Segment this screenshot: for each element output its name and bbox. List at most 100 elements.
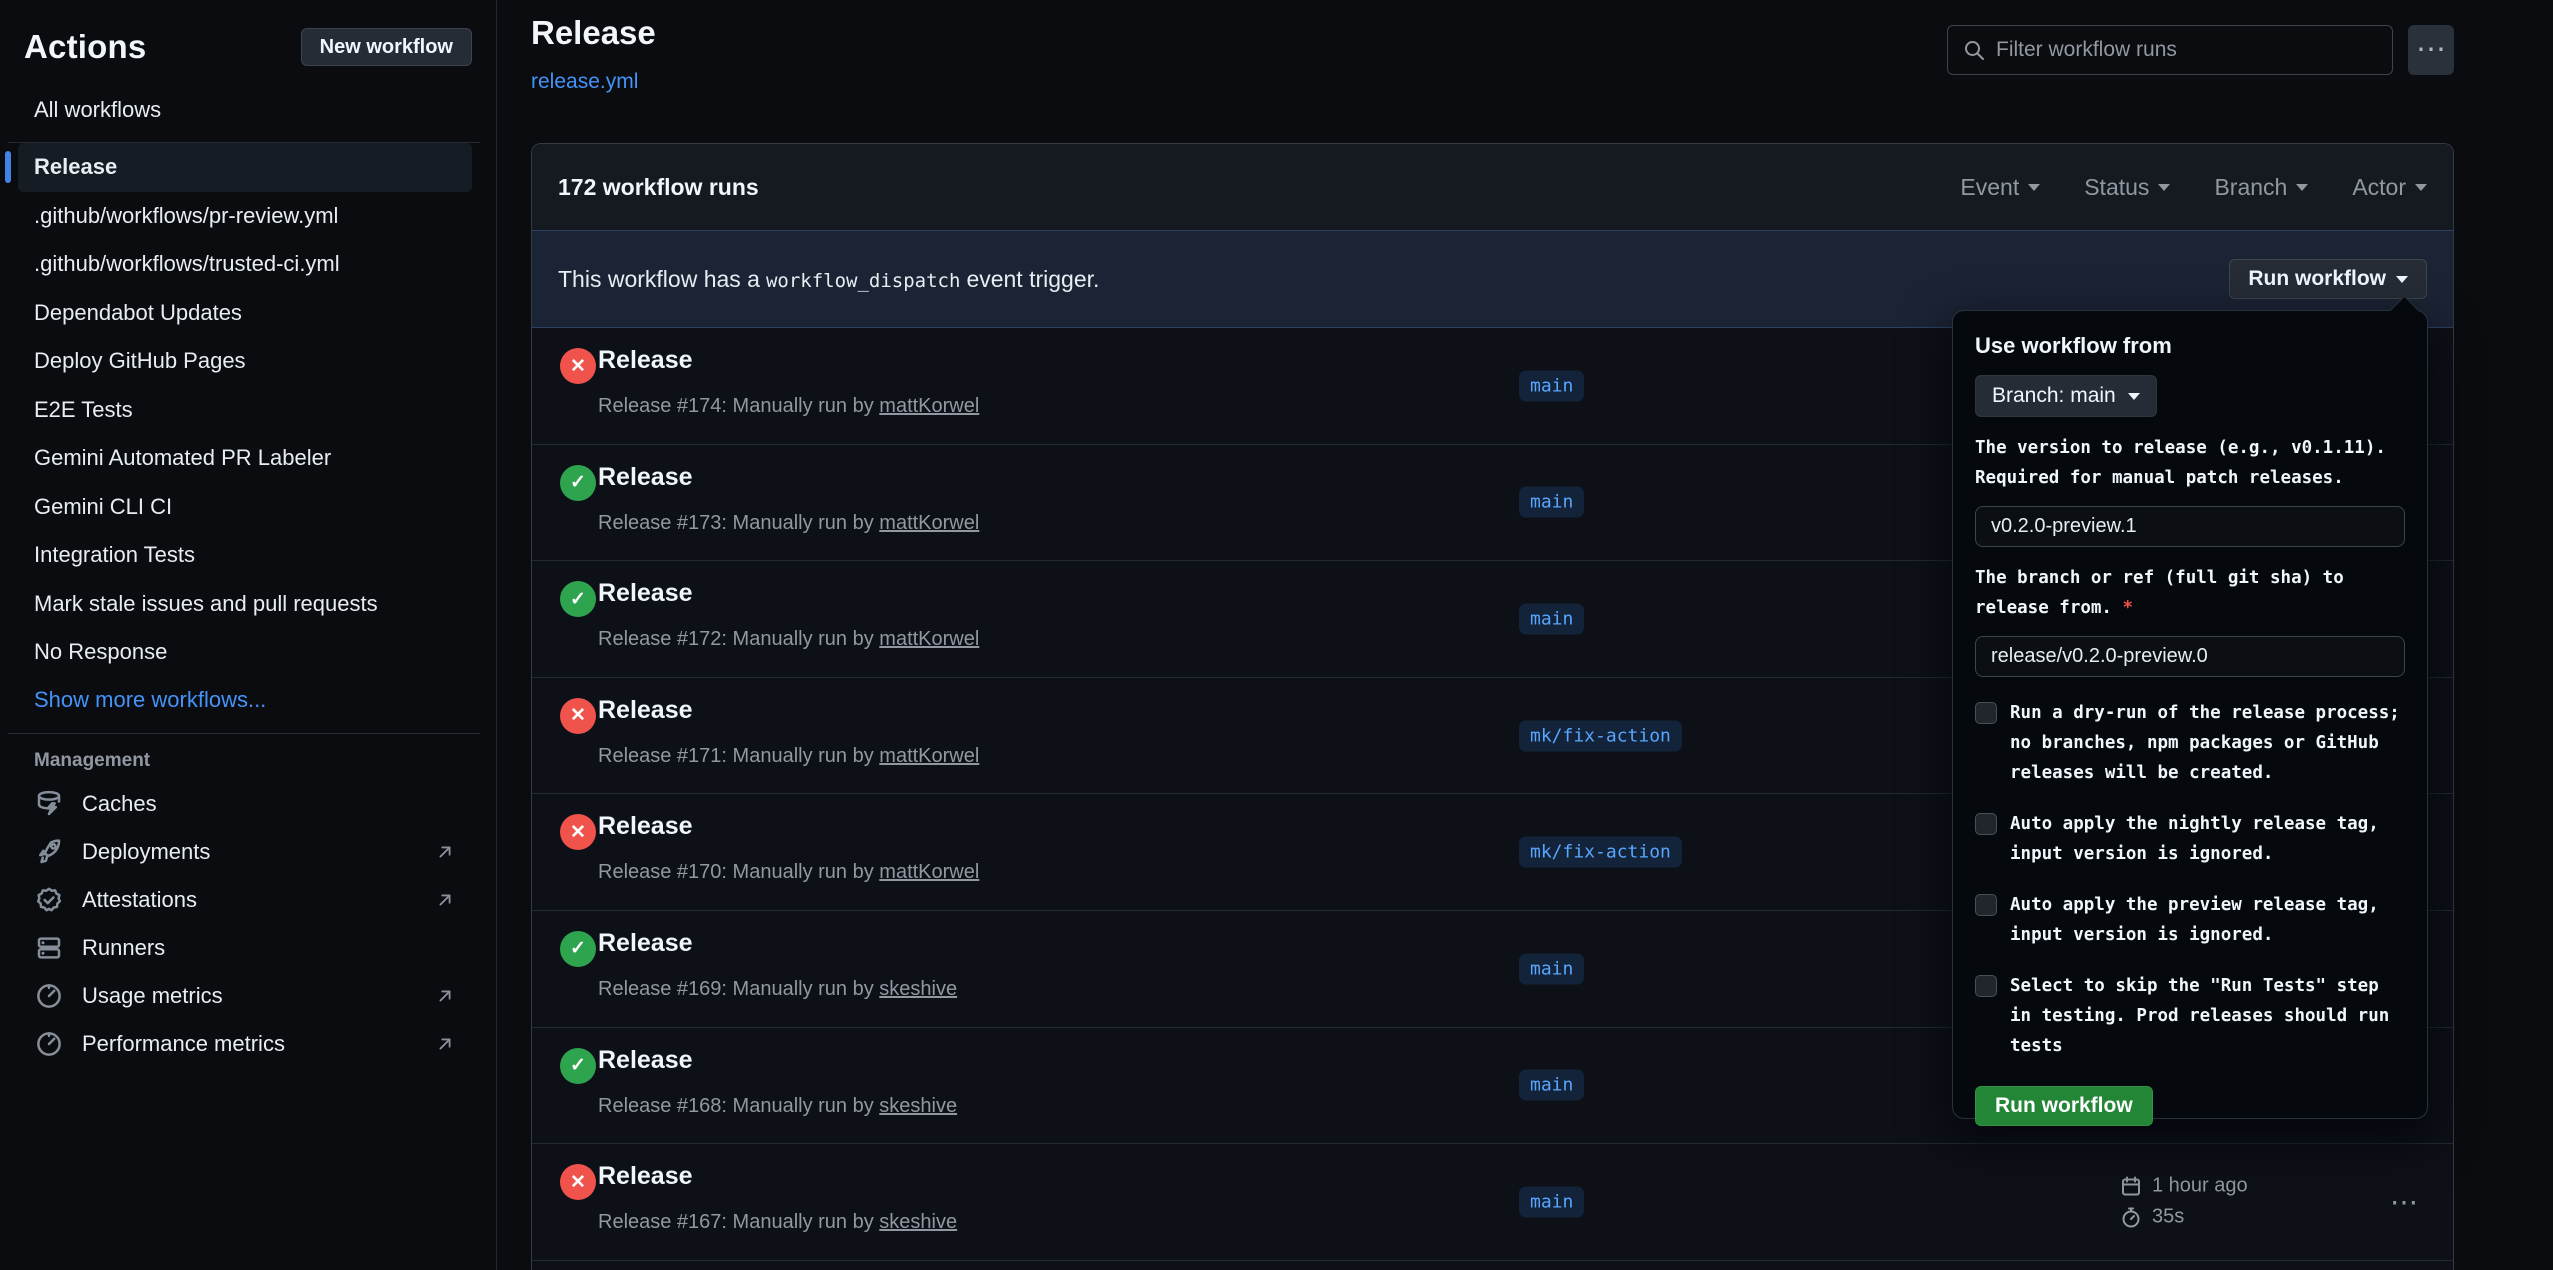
sidebar-item-dependabot-updates[interactable]: Dependabot Updates bbox=[24, 289, 472, 338]
branch-badge[interactable]: main bbox=[1519, 1186, 1584, 1217]
sidebar-item-integration-tests[interactable]: Integration Tests bbox=[24, 531, 472, 580]
sidebar-item-mark-stale-issues-and-pull-requests[interactable]: Mark stale issues and pull requests bbox=[24, 580, 472, 629]
sidebar-item-github-workflows-pr-review-yml[interactable]: .github/workflows/pr-review.yml bbox=[24, 192, 472, 241]
run-workflow-submit-button[interactable]: Run workflow bbox=[1975, 1086, 2153, 1126]
external-link-icon bbox=[434, 985, 456, 1007]
branch-badge[interactable]: mk/fix-action bbox=[1519, 720, 1682, 751]
runs-header: 172 workflow runs Event Status Branch Ac… bbox=[532, 144, 2453, 230]
run-description: Release #169: Manually run by skeshive bbox=[598, 978, 957, 1001]
branch-badge[interactable]: main bbox=[1519, 370, 1584, 401]
actor-link[interactable]: skeshive bbox=[879, 1211, 957, 1233]
management-list: CachesDeploymentsAttestationsRunnersUsag… bbox=[24, 780, 472, 1068]
run-description: Release #172: Manually run by mattKorwel bbox=[598, 628, 979, 651]
show-more-workflows-link[interactable]: Show more workflows... bbox=[24, 677, 472, 724]
run-title-link[interactable]: Release bbox=[598, 1046, 693, 1075]
sidebar-item-usage-metrics[interactable]: Usage metrics bbox=[24, 972, 472, 1020]
run-description: Release #173: Manually run by mattKorwel bbox=[598, 512, 979, 535]
run-title-link[interactable]: Release bbox=[598, 696, 693, 725]
sidebar-item-github-workflows-trusted-ci-yml[interactable]: .github/workflows/trusted-ci.yml bbox=[24, 240, 472, 289]
branch-badge[interactable]: main bbox=[1519, 1070, 1584, 1101]
sidebar-item-deploy-github-pages[interactable]: Deploy GitHub Pages bbox=[24, 337, 472, 386]
sidebar-item-caches[interactable]: Caches bbox=[24, 780, 472, 828]
actor-link[interactable]: skeshive bbox=[879, 1095, 957, 1117]
sidebar-item-gemini-cli-ci[interactable]: Gemini CLI CI bbox=[24, 483, 472, 532]
server-icon bbox=[34, 933, 64, 963]
skip-tests-label: Select to skip the "Run Tests" step in t… bbox=[2010, 971, 2405, 1061]
chevron-down-icon bbox=[2158, 184, 2170, 191]
chevron-down-icon bbox=[2296, 184, 2308, 191]
actor-link[interactable]: mattKorwel bbox=[879, 745, 979, 767]
sidebar-item-performance-metrics[interactable]: Performance metrics bbox=[24, 1020, 472, 1068]
panel-title: Use workflow from bbox=[1975, 333, 2405, 359]
actor-link[interactable]: skeshive bbox=[879, 978, 957, 1000]
sidebar-item-gemini-automated-pr-labeler[interactable]: Gemini Automated PR Labeler bbox=[24, 434, 472, 483]
page-title: Release bbox=[531, 14, 656, 52]
actor-link[interactable]: mattKorwel bbox=[879, 512, 979, 534]
sidebar-item-release[interactable]: Release bbox=[18, 143, 472, 192]
run-description: Release #171: Manually run by mattKorwel bbox=[598, 745, 979, 768]
sidebar-item-all-workflows[interactable]: All workflows bbox=[24, 86, 472, 133]
nightly-tag-checkbox-row: Auto apply the nightly release tag, inpu… bbox=[1975, 809, 2405, 869]
skip-tests-checkbox[interactable] bbox=[1975, 975, 1997, 997]
actor-link[interactable]: mattKorwel bbox=[879, 395, 979, 417]
branch-badge[interactable]: main bbox=[1519, 487, 1584, 518]
dry-run-checkbox[interactable] bbox=[1975, 702, 1997, 724]
sidebar-item-deployments[interactable]: Deployments bbox=[24, 828, 472, 876]
actor-link[interactable]: mattKorwel bbox=[879, 628, 979, 650]
run-title-link[interactable]: Release bbox=[598, 346, 693, 375]
version-input[interactable] bbox=[1975, 506, 2405, 547]
check-circle-icon bbox=[560, 581, 596, 617]
new-workflow-button[interactable]: New workflow bbox=[301, 28, 472, 66]
filter-event-dropdown[interactable]: Event bbox=[1960, 174, 2040, 201]
nightly-tag-checkbox[interactable] bbox=[1975, 813, 1997, 835]
filter-workflow-runs-input[interactable] bbox=[1996, 38, 2378, 62]
workflow-dispatch-code: workflow_dispatch bbox=[760, 270, 966, 292]
sidebar-item-attestations[interactable]: Attestations bbox=[24, 876, 472, 924]
run-title-link[interactable]: Release bbox=[598, 1162, 693, 1191]
release-yml-link[interactable]: release.yml bbox=[531, 70, 638, 94]
chevron-down-icon bbox=[2028, 184, 2040, 191]
nightly-tag-label: Auto apply the nightly release tag, inpu… bbox=[2010, 809, 2405, 869]
required-asterisk: * bbox=[2123, 598, 2134, 618]
branch-badge[interactable]: main bbox=[1519, 953, 1584, 984]
run-title-link[interactable]: Release bbox=[598, 929, 693, 958]
x-circle-icon bbox=[560, 348, 596, 384]
run-title-link[interactable]: Release bbox=[598, 463, 693, 492]
preview-tag-checkbox[interactable] bbox=[1975, 894, 1997, 916]
preview-tag-checkbox-row: Auto apply the preview release tag, inpu… bbox=[1975, 890, 2405, 950]
sidebar-item-no-response[interactable]: No Response bbox=[24, 628, 472, 677]
filter-status-dropdown[interactable]: Status bbox=[2084, 174, 2170, 201]
ref-field-label: The branch or ref (full git sha) to rele… bbox=[1975, 563, 2405, 623]
runs-filters: Event Status Branch Actor bbox=[1960, 174, 2427, 201]
page-kebab-menu-button[interactable]: ⋯ bbox=[2408, 25, 2454, 75]
version-field-label: The version to release (e.g., v0.1.11). … bbox=[1975, 433, 2405, 493]
search-icon bbox=[1962, 38, 1986, 62]
check-circle-icon bbox=[560, 465, 596, 501]
external-link-icon bbox=[434, 1033, 456, 1055]
run-description: Release #174: Manually run by mattKorwel bbox=[598, 395, 979, 418]
meter-icon bbox=[34, 981, 64, 1011]
branch-selector-button[interactable]: Branch: main bbox=[1975, 375, 2157, 417]
branch-badge[interactable]: main bbox=[1519, 603, 1584, 634]
filter-branch-dropdown[interactable]: Branch bbox=[2214, 174, 2308, 201]
actor-link[interactable]: mattKorwel bbox=[879, 861, 979, 883]
filter-actor-dropdown[interactable]: Actor bbox=[2352, 174, 2427, 201]
run-kebab-menu-button[interactable]: ⋯ bbox=[2390, 1185, 2418, 1218]
sidebar-item-runners[interactable]: Runners bbox=[24, 924, 472, 972]
external-link-icon bbox=[434, 889, 456, 911]
branch-badge[interactable]: mk/fix-action bbox=[1519, 837, 1682, 868]
chevron-down-icon bbox=[2396, 276, 2408, 283]
ref-input[interactable] bbox=[1975, 636, 2405, 677]
banner-text: This workflow has aworkflow_dispatcheven… bbox=[558, 266, 1099, 293]
run-description: Release #168: Manually run by skeshive bbox=[598, 1095, 957, 1118]
verified-badge-icon bbox=[34, 885, 64, 915]
run-title-link[interactable]: Release bbox=[598, 812, 693, 841]
sidebar-item-e2e-tests[interactable]: E2E Tests bbox=[24, 386, 472, 435]
runs-count: 172 workflow runs bbox=[558, 174, 759, 201]
run-workflow-dropdown-button[interactable]: Run workflow bbox=[2229, 259, 2427, 299]
run-title-link[interactable]: Release bbox=[598, 579, 693, 608]
management-section-label: Management bbox=[34, 750, 462, 772]
workflow-run-row: Release Release #167: Manually run by sk… bbox=[532, 1144, 2453, 1261]
skip-tests-checkbox-row: Select to skip the "Run Tests" step in t… bbox=[1975, 971, 2405, 1061]
check-circle-icon bbox=[560, 1048, 596, 1084]
